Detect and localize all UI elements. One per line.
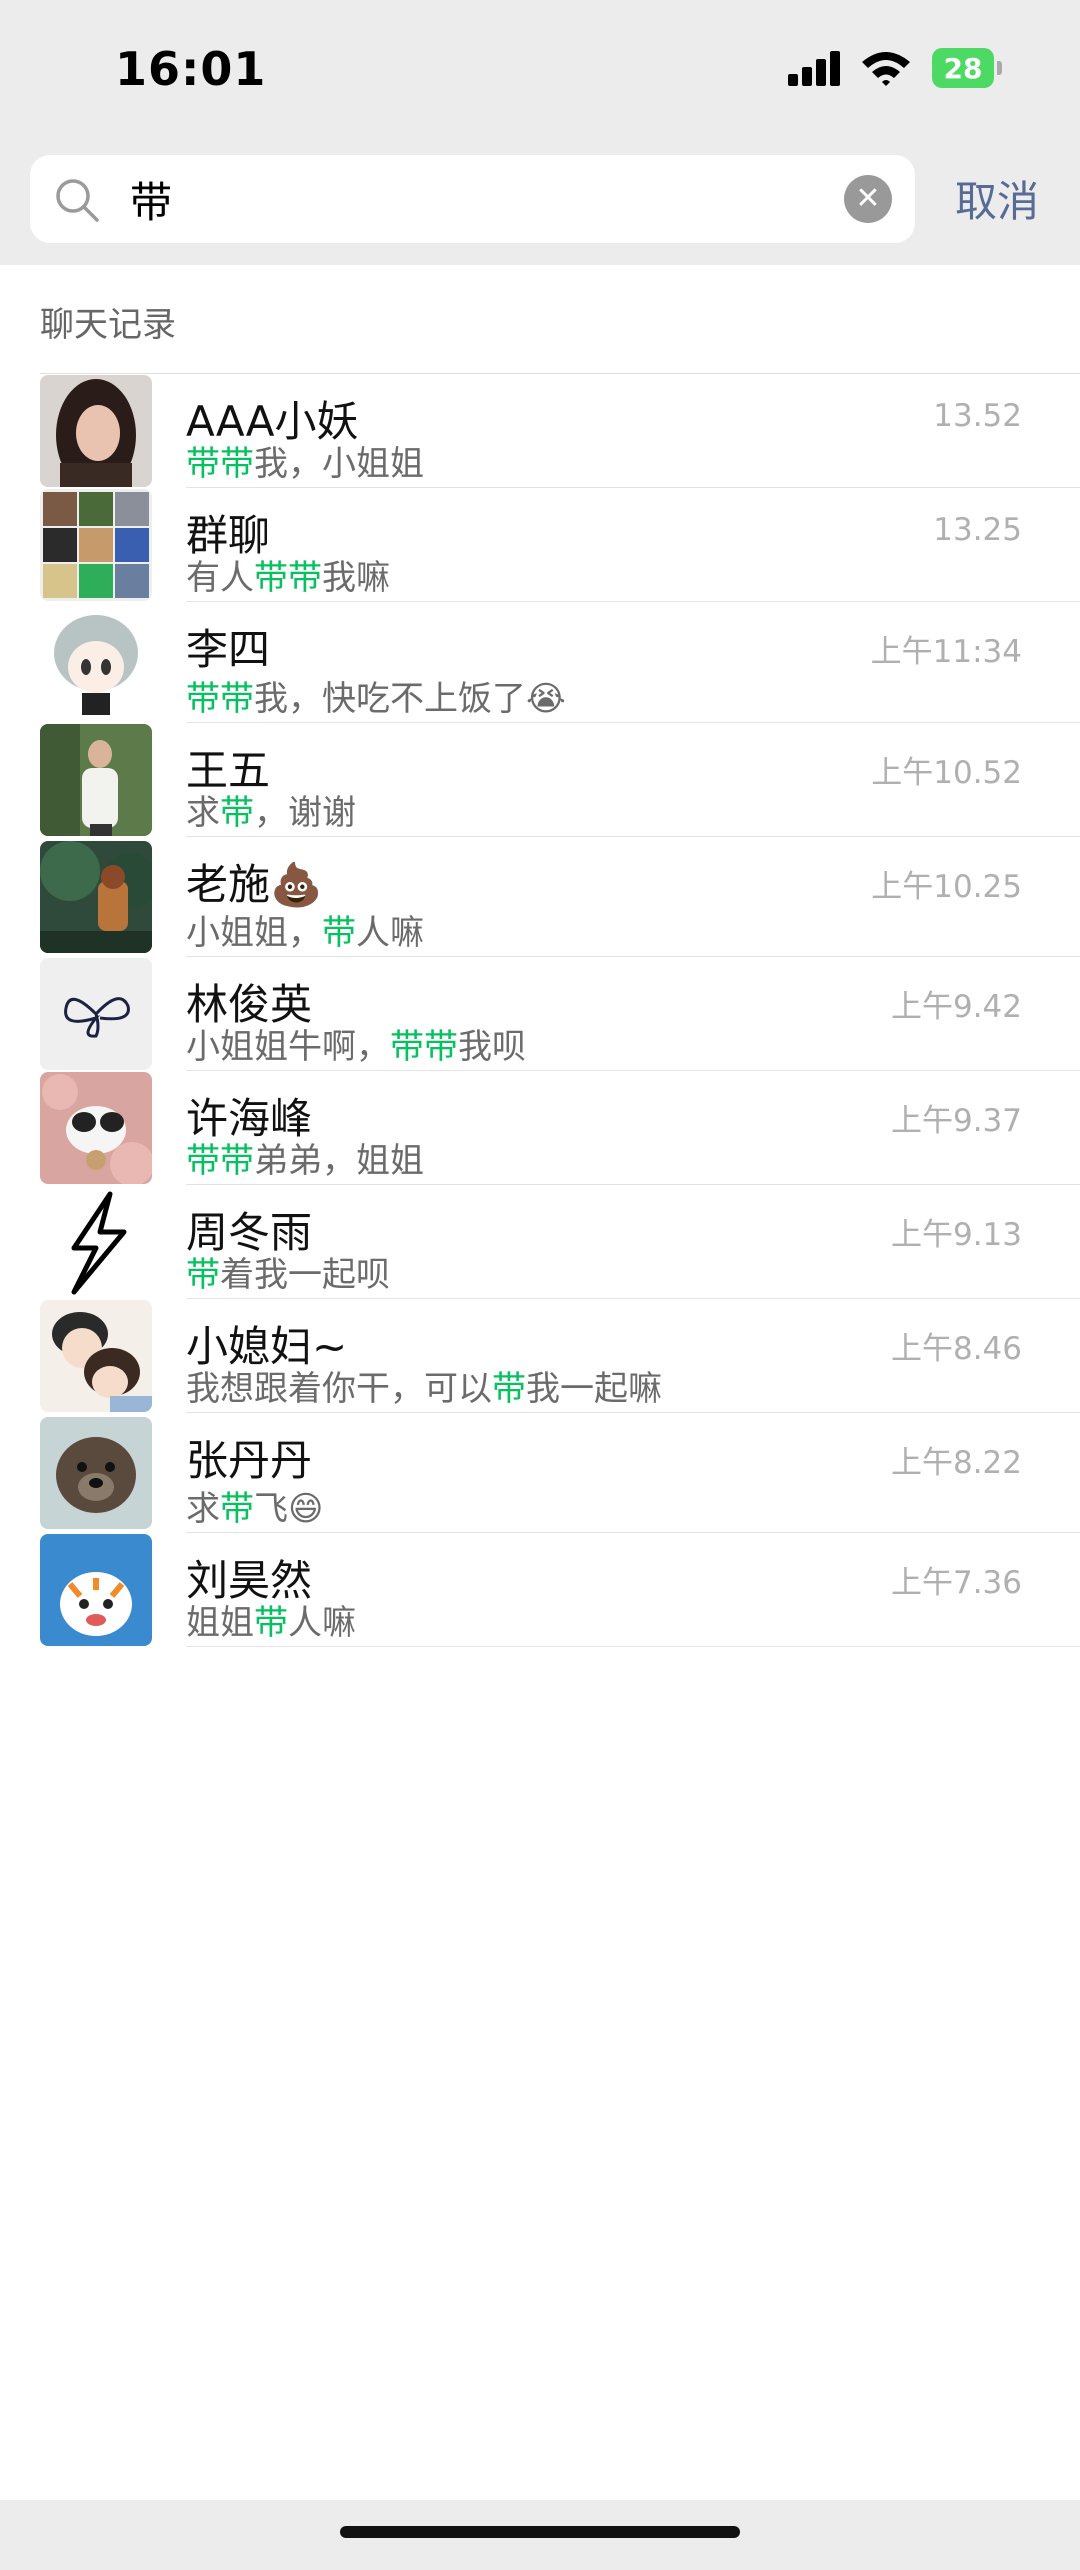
highlighted-keyword: 带带 xyxy=(186,679,254,719)
lightning-avatar xyxy=(40,1186,152,1298)
contact-name: 老施💩 xyxy=(186,860,323,909)
highlighted-keyword: 带带 xyxy=(186,444,254,484)
anime-boy-avatar xyxy=(40,607,152,719)
snippet-text: 弟弟，姐姐 xyxy=(254,1141,424,1181)
highlighted-keyword: 带 xyxy=(186,1255,220,1295)
chat-result-row[interactable]: 张丹丹 上午8.22 求带飞😄 xyxy=(0,1413,1080,1533)
group-grid-avatar xyxy=(40,489,152,601)
tiger-cartoon-avatar xyxy=(40,1534,152,1646)
message-snippet: 带着我一起呗 xyxy=(186,1247,390,1296)
snippet-text: 人嘛 xyxy=(356,913,424,953)
chat-result-row[interactable]: 许海峰 上午9.37 带带弟弟，姐姐 xyxy=(0,1071,1080,1185)
forest-cartoon-avatar xyxy=(40,841,152,953)
message-time: 上午10.52 xyxy=(871,755,1022,791)
girl-photo-avatar xyxy=(40,375,152,487)
snippet-text: 有人 xyxy=(186,558,254,598)
message-time: 上午9.37 xyxy=(890,1103,1022,1139)
message-time: 上午7.36 xyxy=(890,1565,1022,1601)
battery-level: 28 xyxy=(932,48,994,88)
message-snippet: 求带，谢谢 xyxy=(186,785,356,834)
contact-name: 李四 xyxy=(186,625,271,674)
snippet-text: 求 xyxy=(186,793,220,833)
message-snippet: 有人带带我嘛 xyxy=(186,550,390,599)
highlighted-keyword: 带 xyxy=(492,1369,526,1409)
snippet-text: 小姐姐牛啊， xyxy=(186,1027,390,1067)
highlighted-keyword: 带 xyxy=(322,913,356,953)
man-photo-avatar xyxy=(40,724,152,836)
highlighted-keyword: 带带 xyxy=(390,1027,458,1067)
puppy-photo-avatar xyxy=(40,1417,152,1529)
message-snippet: 带带我，快吃不上饭了😭 xyxy=(186,671,566,720)
butterfly-sketch-avatar xyxy=(40,958,152,1070)
highlighted-keyword: 带 xyxy=(220,793,254,833)
snippet-text: 我，快吃不上饭了😭 xyxy=(254,679,566,719)
status-bar: 16:01 28 xyxy=(0,0,1080,140)
message-snippet: 小姐姐，带人嘛 xyxy=(186,905,424,954)
snippet-text: 小姐姐， xyxy=(186,913,322,953)
message-snippet: 带带弟弟，姐姐 xyxy=(186,1133,424,1182)
chat-result-row[interactable]: AAA小妖 13.52 带带我，小姐姐 xyxy=(0,374,1080,488)
message-time: 上午8.22 xyxy=(890,1445,1022,1481)
section-title: 聊天记录 xyxy=(40,305,176,345)
snippet-text: 我嘛 xyxy=(322,558,390,598)
highlighted-keyword: 带 xyxy=(220,1489,254,1529)
message-time: 上午9.42 xyxy=(890,989,1022,1025)
snippet-text: 我，小姐姐 xyxy=(254,444,424,484)
message-snippet: 求带飞😄 xyxy=(186,1481,323,1530)
search-bar[interactable]: ✕ xyxy=(30,155,915,243)
message-time: 上午9.13 xyxy=(890,1217,1022,1253)
clear-search-icon[interactable]: ✕ xyxy=(844,175,892,223)
message-snippet: 小姐姐牛啊，带带我呗 xyxy=(186,1019,526,1068)
snippet-text: 我呗 xyxy=(458,1027,526,1067)
snippet-text: 飞😄 xyxy=(254,1489,324,1529)
message-time: 13.52 xyxy=(933,398,1022,434)
chat-result-row[interactable]: 群聊 13.25 有人带带我嘛 xyxy=(0,488,1080,602)
snippet-text: 姐姐 xyxy=(186,1603,254,1643)
highlighted-keyword: 带带 xyxy=(254,558,322,598)
snippet-text: 人嘛 xyxy=(288,1603,356,1643)
snippet-text: 求 xyxy=(186,1489,220,1529)
chat-result-row[interactable]: 周冬雨 上午9.13 带着我一起呗 xyxy=(0,1185,1080,1299)
chat-result-row[interactable]: 老施💩 上午10.25 小姐姐，带人嘛 xyxy=(0,837,1080,957)
battery-icon: 28 xyxy=(932,48,1002,88)
highlighted-keyword: 带带 xyxy=(186,1141,254,1181)
message-time: 13.25 xyxy=(933,512,1022,548)
chat-result-row[interactable]: 林俊英 上午9.42 小姐姐牛啊，带带我呗 xyxy=(0,957,1080,1071)
snippet-text: 着我一起呗 xyxy=(220,1255,390,1295)
search-icon xyxy=(54,177,100,223)
cancel-button[interactable]: 取消 xyxy=(955,168,1039,229)
snippet-text: ，谢谢 xyxy=(254,793,356,833)
chat-result-row[interactable]: 小媳妇~ 上午8.46 我想跟着你干，可以带我一起嘛 xyxy=(0,1299,1080,1413)
search-results: 聊天记录 AAA小妖 13.52 带带我，小姐姐 群聊 13.25 有人带带我嘛 李四 上午1… xyxy=(0,265,1080,2500)
search-input[interactable] xyxy=(130,169,830,229)
chat-result-row[interactable]: 李四 上午11:34 带带我，快吃不上饭了😭 xyxy=(0,602,1080,723)
message-snippet: 姐姐带人嘛 xyxy=(186,1595,356,1644)
message-snippet: 带带我，小姐姐 xyxy=(186,436,424,485)
message-time: 上午11:34 xyxy=(870,634,1022,670)
message-time: 上午8.46 xyxy=(890,1331,1022,1367)
chat-result-row[interactable]: 刘昊然 上午7.36 姐姐带人嘛 xyxy=(0,1533,1080,1647)
divider xyxy=(186,1646,1080,1647)
home-indicator xyxy=(340,2526,740,2538)
message-time: 上午10.25 xyxy=(871,869,1022,905)
cat-photo-avatar xyxy=(40,1072,152,1184)
message-snippet: 我想跟着你干，可以带我一起嘛 xyxy=(186,1361,662,1410)
highlighted-keyword: 带 xyxy=(254,1603,288,1643)
chat-result-row[interactable]: 王五 上午10.52 求带，谢谢 xyxy=(0,723,1080,837)
wifi-icon xyxy=(860,48,912,88)
snippet-text: 我想跟着你干，可以 xyxy=(186,1369,492,1409)
status-time: 16:01 xyxy=(115,42,267,96)
couple-illustration-avatar xyxy=(40,1300,152,1412)
contact-name: 张丹丹 xyxy=(186,1436,313,1485)
cellular-signal-icon xyxy=(788,50,843,86)
snippet-text: 我一起嘛 xyxy=(526,1369,662,1409)
